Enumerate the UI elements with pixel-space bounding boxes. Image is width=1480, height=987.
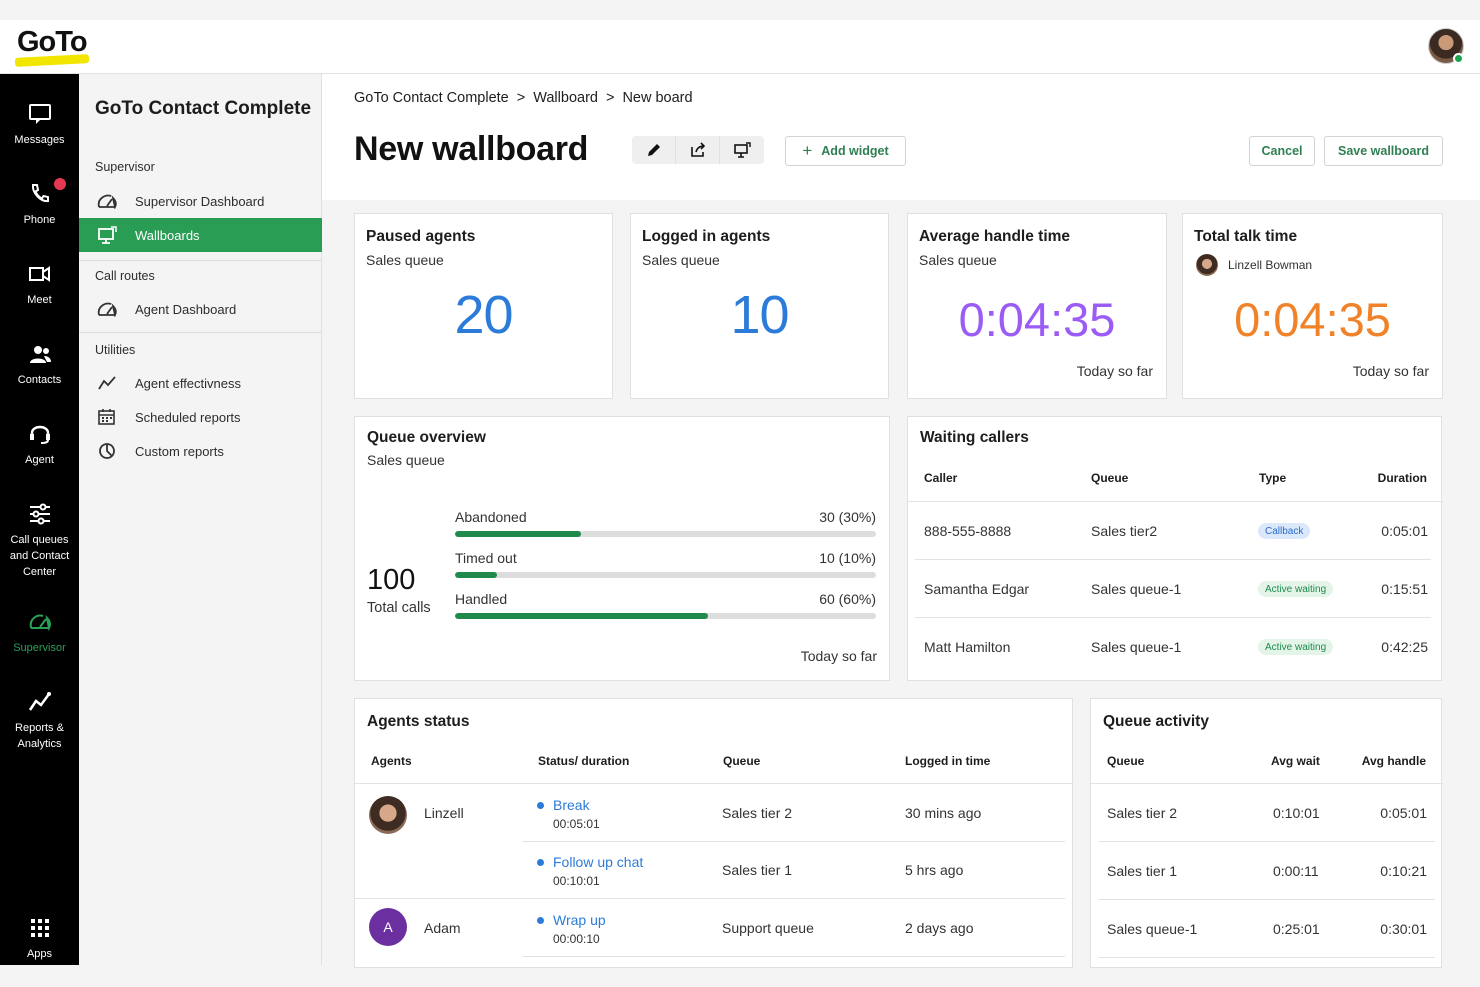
rail-item-reports[interactable]: Reports & Analytics <box>0 690 79 752</box>
calendar-icon <box>97 408 117 426</box>
nav-divider <box>79 260 322 261</box>
nav-item-custom-reports[interactable]: Custom reports <box>79 434 322 468</box>
kpi-card-total-talk-time[interactable]: Total talk time Linzell Bowman 0:04:35 T… <box>1182 213 1443 399</box>
goto-logo[interactable]: GoTo <box>17 26 88 59</box>
apps-grid-icon <box>30 919 49 937</box>
total-calls-label: Total calls <box>367 600 431 616</box>
kpi-value: 20 <box>454 285 513 345</box>
phone-icon <box>31 184 49 203</box>
title-toolbar <box>632 136 764 164</box>
status-dot-icon <box>537 802 544 809</box>
display-button[interactable] <box>720 136 764 164</box>
progress-fill <box>455 572 498 578</box>
save-wallboard-button[interactable]: Save wallboard <box>1324 136 1443 166</box>
queue-overview-card[interactable]: Queue overview Sales queue 100 Total cal… <box>354 416 890 681</box>
type-badge: Callback <box>1258 523 1311 539</box>
notification-badge <box>54 178 66 190</box>
gauge-icon <box>29 614 51 632</box>
app-rail: Messages Phone Meet Contacts Agent Call … <box>0 74 79 965</box>
queue-overview-footer: Today so far <box>800 648 877 664</box>
secondary-nav: GoTo Contact Complete Supervisor Supervi… <box>79 74 322 965</box>
page-header: GoTo Contact Complete > Wallboard > New boar… <box>322 74 1480 200</box>
page-title: New wallboard <box>354 130 589 168</box>
kpi-value: 0:04:35 <box>1234 293 1391 346</box>
kpi-footer: Today so far <box>1352 363 1429 379</box>
kpi-card-average-handle-time[interactable]: Average handle time Sales queue 0:04:35 … <box>907 213 1167 399</box>
contacts-icon <box>29 346 51 363</box>
section-label-supervisor: Supervisor <box>95 160 155 174</box>
type-badge: Active waiting <box>1258 581 1334 597</box>
plus-icon: + <box>802 141 813 160</box>
rail-item-agent[interactable]: Agent <box>0 422 79 468</box>
nav-item-wallboards[interactable]: Wallboards <box>79 218 322 252</box>
gauge-icon <box>97 300 117 318</box>
trend-icon <box>97 374 117 392</box>
avatar <box>1196 254 1218 276</box>
sliders-icon <box>29 503 50 525</box>
nav-divider <box>79 332 322 333</box>
progress-fill <box>455 531 582 537</box>
section-label-call-routes: Call routes <box>95 269 155 283</box>
pie-chart-icon <box>97 442 117 460</box>
breadcrumb-item: New board <box>622 90 693 106</box>
kpi-card-paused-agents[interactable]: Paused agents Sales queue 20 <box>354 213 613 399</box>
nav-item-supervisor-dashboard[interactable]: Supervisor Dashboard <box>79 184 322 218</box>
queue-activity-card[interactable]: Queue activity Queue Avg wait Avg handle… <box>1090 698 1443 968</box>
cancel-button[interactable]: Cancel <box>1249 136 1315 166</box>
user-avatar[interactable] <box>1428 28 1464 64</box>
avatar <box>369 796 407 834</box>
status-dot-icon <box>537 917 544 924</box>
rail-item-contacts[interactable]: Contacts <box>0 342 79 388</box>
share-icon <box>690 142 705 157</box>
monitor-icon <box>734 142 751 158</box>
edit-button[interactable] <box>632 136 676 164</box>
kpi-card-logged-in-agents[interactable]: Logged in agents Sales queue 10 <box>630 213 889 399</box>
avatar: A <box>369 908 407 946</box>
total-calls-value: 100 <box>367 564 416 596</box>
nav-item-agent-dashboard[interactable]: Agent Dashboard <box>79 292 322 326</box>
rail-item-call-queues[interactable]: Call queues and Contact Center <box>0 502 79 580</box>
headset-icon <box>29 425 50 444</box>
nav-title: GoTo Contact Complete <box>95 98 312 119</box>
kpi-value: 0:04:35 <box>958 293 1116 346</box>
add-widget-button[interactable]: + Add widget <box>785 136 906 166</box>
message-icon <box>28 104 51 124</box>
rail-item-meet[interactable]: Meet <box>0 262 79 308</box>
main-content: GoTo Contact Complete > Wallboard > New boar… <box>322 74 1480 968</box>
agents-status-card[interactable]: Agents status Agents Status/ duration Qu… <box>354 698 1074 968</box>
rail-item-messages[interactable]: Messages <box>0 102 79 148</box>
pencil-icon <box>647 144 660 156</box>
rail-item-phone[interactable]: Phone <box>0 178 79 228</box>
breadcrumb-item[interactable]: GoTo Contact Complete <box>354 90 509 106</box>
nav-item-scheduled-reports[interactable]: Scheduled reports <box>79 400 322 434</box>
breadcrumb-item[interactable]: Wallboard <box>533 90 598 106</box>
rail-item-supervisor[interactable]: Supervisor <box>0 610 79 656</box>
breadcrumb: GoTo Contact Complete > Wallboard > New boar… <box>354 90 693 106</box>
status-dot-icon <box>537 859 544 866</box>
waiting-callers-card[interactable]: Waiting callers Caller Queue Type Durati… <box>907 416 1443 681</box>
wallboard-icon <box>97 226 117 244</box>
top-bar: GoTo <box>0 20 1480 74</box>
rail-item-apps[interactable]: Apps <box>0 916 79 962</box>
progress-fill <box>455 613 708 619</box>
kpi-footer: Today so far <box>1076 363 1153 379</box>
nav-item-agent-effectiveness[interactable]: Agent effectivness <box>79 366 322 400</box>
share-button[interactable] <box>676 136 720 164</box>
kpi-value: 10 <box>730 285 789 345</box>
presence-status-icon <box>1453 53 1464 64</box>
type-badge: Active waiting <box>1258 639 1334 655</box>
section-label-utilities: Utilities <box>95 343 136 357</box>
gauge-icon <box>97 192 117 210</box>
chart-icon <box>28 692 51 711</box>
video-icon <box>28 266 50 282</box>
